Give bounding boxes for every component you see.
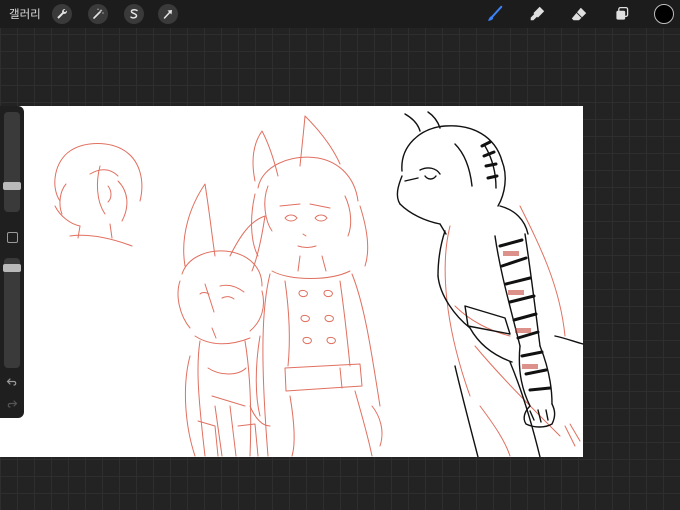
undo-icon[interactable] bbox=[6, 376, 18, 388]
layers-icon bbox=[616, 6, 629, 20]
red-accents bbox=[503, 251, 538, 369]
redo-icon[interactable] bbox=[6, 398, 18, 410]
left-sidebar bbox=[0, 106, 24, 418]
arrow-cursor-icon bbox=[163, 10, 172, 19]
opacity-slider[interactable] bbox=[4, 258, 20, 368]
brush-size-thumb[interactable] bbox=[3, 182, 21, 190]
actions-button[interactable] bbox=[52, 4, 72, 24]
selection-s-icon bbox=[130, 9, 138, 19]
drawing-canvas[interactable] bbox=[0, 106, 583, 457]
selection-button[interactable] bbox=[124, 4, 144, 24]
adjustments-button[interactable] bbox=[88, 4, 108, 24]
magic-wand-icon bbox=[93, 8, 104, 19]
transform-button[interactable] bbox=[158, 4, 178, 24]
smudge-button[interactable] bbox=[526, 4, 548, 24]
gallery-button[interactable]: 갤러리 bbox=[9, 6, 41, 22]
wrench-icon bbox=[57, 9, 67, 19]
brush-icon bbox=[487, 5, 503, 21]
eraser-button[interactable] bbox=[568, 4, 590, 24]
top-toolbar: 갤러리 bbox=[0, 0, 680, 28]
opacity-thumb[interactable] bbox=[3, 264, 21, 272]
smudge-icon bbox=[530, 6, 545, 21]
eraser-icon bbox=[571, 7, 587, 21]
layers-button[interactable] bbox=[611, 4, 633, 24]
sketch-artwork bbox=[54, 111, 583, 457]
color-swatch[interactable] bbox=[654, 4, 674, 24]
brush-size-slider[interactable] bbox=[4, 112, 20, 212]
modify-button[interactable] bbox=[7, 232, 18, 243]
small-head-sketch bbox=[54, 143, 143, 247]
brush-button[interactable] bbox=[484, 4, 506, 24]
center-character-sketch bbox=[249, 115, 383, 457]
